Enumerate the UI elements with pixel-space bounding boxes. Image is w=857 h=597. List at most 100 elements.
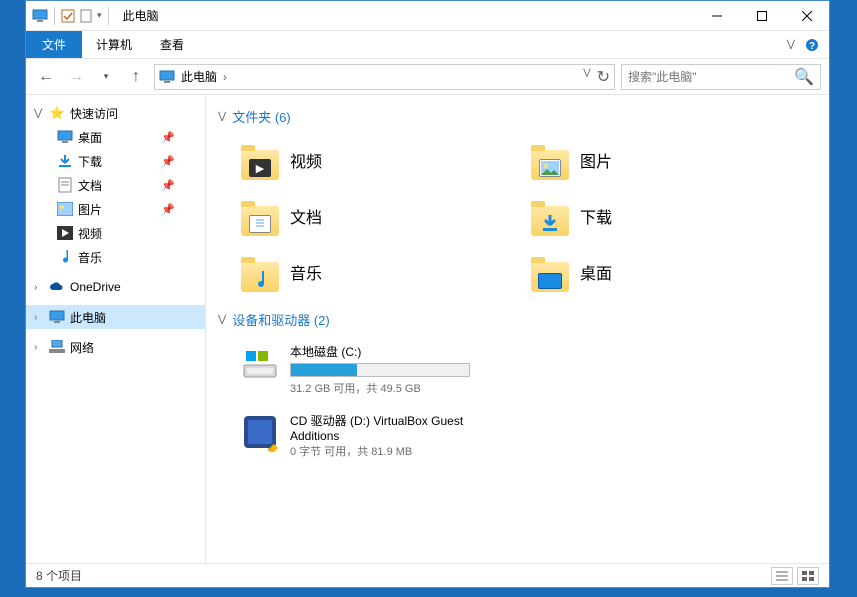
drive-item[interactable]: CD 驱动器 (D:) VirtualBox Guest Additions0 … xyxy=(236,408,516,463)
folder-label: 文档 xyxy=(290,204,322,228)
body: ⋁ ⭐ 快速访问 桌面📌下载📌文档📌图片📌视频音乐 › OneDrive › 此… xyxy=(26,95,829,563)
window-title: 此电脑 xyxy=(123,7,694,24)
collapse-icon[interactable]: ⋁ xyxy=(34,108,44,119)
tree-label: OneDrive xyxy=(70,280,121,294)
refresh-icon[interactable]: ↻ xyxy=(597,67,610,87)
folder-icon xyxy=(530,252,570,292)
folder-icon: ▶ xyxy=(240,140,280,180)
breadcrumb-separator[interactable]: › xyxy=(223,70,227,84)
picture-icon xyxy=(56,200,74,218)
ribbon-tabs: 文件 计算机 查看 ⋁ ? xyxy=(26,31,829,59)
drive-label: 本地磁盘 (C:) xyxy=(290,343,512,360)
pin-icon: 📌 xyxy=(161,179,175,192)
content-pane: ⋁ 文件夹 (6) ▶视频 图片文档 下载音乐 桌面 ⋁ 设备和驱动器 (2) 本地磁… xyxy=(206,95,829,563)
tree-label: 下载 xyxy=(78,153,102,170)
drive-subtext: 0 字节 可用，共 81.9 MB xyxy=(290,443,512,459)
expand-icon[interactable]: › xyxy=(34,312,44,323)
collapse-icon[interactable]: ⋁ xyxy=(218,314,226,325)
drive-subtext: 31.2 GB 可用，共 49.5 GB xyxy=(290,380,512,396)
close-button[interactable] xyxy=(784,1,829,31)
large-icons-view-button[interactable] xyxy=(797,567,819,585)
tree-label: 音乐 xyxy=(78,249,102,266)
tree-label: 文档 xyxy=(78,177,102,194)
details-view-button[interactable] xyxy=(771,567,793,585)
breadcrumb-segment[interactable]: 此电脑 xyxy=(181,68,217,85)
drive-item[interactable]: 本地磁盘 (C:) 31.2 GB 可用，共 49.5 GB xyxy=(236,339,516,400)
tree-label: 此电脑 xyxy=(70,309,106,326)
folder-picture[interactable]: 图片 xyxy=(526,136,776,184)
forward-button[interactable]: → xyxy=(64,65,88,89)
drive-label: CD 驱动器 (D:) VirtualBox Guest Additions xyxy=(290,412,512,443)
sidebar-item-desktop[interactable]: 桌面 📌 xyxy=(48,125,205,149)
dropdown-icon[interactable]: ▾ xyxy=(97,10,102,21)
this-pc-icon xyxy=(159,69,175,85)
collapse-icon[interactable]: ⋁ xyxy=(218,111,226,122)
this-pc-node[interactable]: › 此电脑 xyxy=(26,305,205,329)
back-button[interactable]: ← xyxy=(34,65,58,89)
address-dropdown-icon[interactable]: ⋁ xyxy=(583,67,590,87)
recent-locations-icon[interactable]: ▾ xyxy=(94,65,118,89)
sidebar-item-download[interactable]: 下载 📌 xyxy=(48,149,205,173)
tree-label: 快速访问 xyxy=(70,105,118,122)
folder-download[interactable]: 下载 xyxy=(526,192,776,240)
group-title: 设备和驱动器 (2) xyxy=(232,310,330,329)
expand-icon[interactable]: › xyxy=(34,282,44,293)
tree-label: 视频 xyxy=(78,225,102,242)
search-icon[interactable]: 🔍 xyxy=(794,67,814,87)
help-icon[interactable]: ? xyxy=(805,38,819,52)
network-node[interactable]: › 网络 xyxy=(26,335,205,359)
group-title: 文件夹 (6) xyxy=(232,107,291,126)
cd-icon xyxy=(240,412,280,452)
svg-text:?: ? xyxy=(809,41,815,52)
up-button[interactable]: ↑ xyxy=(124,65,148,89)
pin-icon: 📌 xyxy=(161,155,175,168)
search-box[interactable]: 🔍 xyxy=(621,64,821,90)
folder-icon xyxy=(240,252,280,292)
folder-desktop[interactable]: 桌面 xyxy=(526,248,776,296)
titlebar: ▾ 此电脑 xyxy=(26,1,829,31)
checkbox-icon[interactable] xyxy=(61,9,75,23)
quick-access-toolbar: ▾ xyxy=(26,7,117,25)
folder-icon xyxy=(240,196,280,236)
onedrive-node[interactable]: › OneDrive xyxy=(26,275,205,299)
document-icon xyxy=(56,176,74,194)
folder-label: 音乐 xyxy=(290,260,322,284)
sidebar-item-document[interactable]: 文档 📌 xyxy=(48,173,205,197)
folder-music[interactable]: 音乐 xyxy=(236,248,486,296)
explorer-window: ▾ 此电脑 文件 计算机 查看 ⋁ ? ← → ▾ ↑ 此电脑 › ⋁ ↻ xyxy=(25,0,830,588)
devices-group-header[interactable]: ⋁ 设备和驱动器 (2) xyxy=(218,310,817,329)
status-bar: 8 个项目 xyxy=(26,563,829,587)
folder-label: 图片 xyxy=(580,148,612,172)
pin-icon: 📌 xyxy=(161,131,175,144)
navigation-pane: ⋁ ⭐ 快速访问 桌面📌下载📌文档📌图片📌视频音乐 › OneDrive › 此… xyxy=(26,95,206,563)
window-controls xyxy=(694,1,829,31)
tree-label: 网络 xyxy=(70,339,94,356)
star-icon: ⭐ xyxy=(48,104,66,122)
computer-tab[interactable]: 计算机 xyxy=(82,31,146,58)
quick-access-node[interactable]: ⋁ ⭐ 快速访问 xyxy=(26,101,205,125)
folders-group-header[interactable]: ⋁ 文件夹 (6) xyxy=(218,107,817,126)
address-bar[interactable]: 此电脑 › ⋁ ↻ xyxy=(154,64,615,90)
separator xyxy=(54,7,55,25)
expand-icon[interactable]: › xyxy=(34,342,44,353)
expand-ribbon-icon[interactable]: ⋁ xyxy=(787,39,795,50)
folder-video[interactable]: ▶视频 xyxy=(236,136,486,184)
view-tab[interactable]: 查看 xyxy=(146,31,198,58)
folder-icon xyxy=(530,196,570,236)
sidebar-item-video[interactable]: 视频 xyxy=(48,221,205,245)
file-tab[interactable]: 文件 xyxy=(26,31,82,58)
maximize-button[interactable] xyxy=(739,1,784,31)
folder-document[interactable]: 文档 xyxy=(236,192,486,240)
tree-label: 桌面 xyxy=(78,129,102,146)
sidebar-item-picture[interactable]: 图片📌 xyxy=(48,197,205,221)
download-icon xyxy=(56,152,74,170)
folder-icon xyxy=(530,140,570,180)
properties-icon[interactable] xyxy=(79,9,93,23)
sidebar-item-music[interactable]: 音乐 xyxy=(48,245,205,269)
minimize-button[interactable] xyxy=(694,1,739,31)
pin-icon: 📌 xyxy=(161,203,175,216)
network-icon xyxy=(48,338,66,356)
cloud-icon xyxy=(48,278,66,296)
search-input[interactable] xyxy=(628,70,794,84)
this-pc-icon xyxy=(48,308,66,326)
